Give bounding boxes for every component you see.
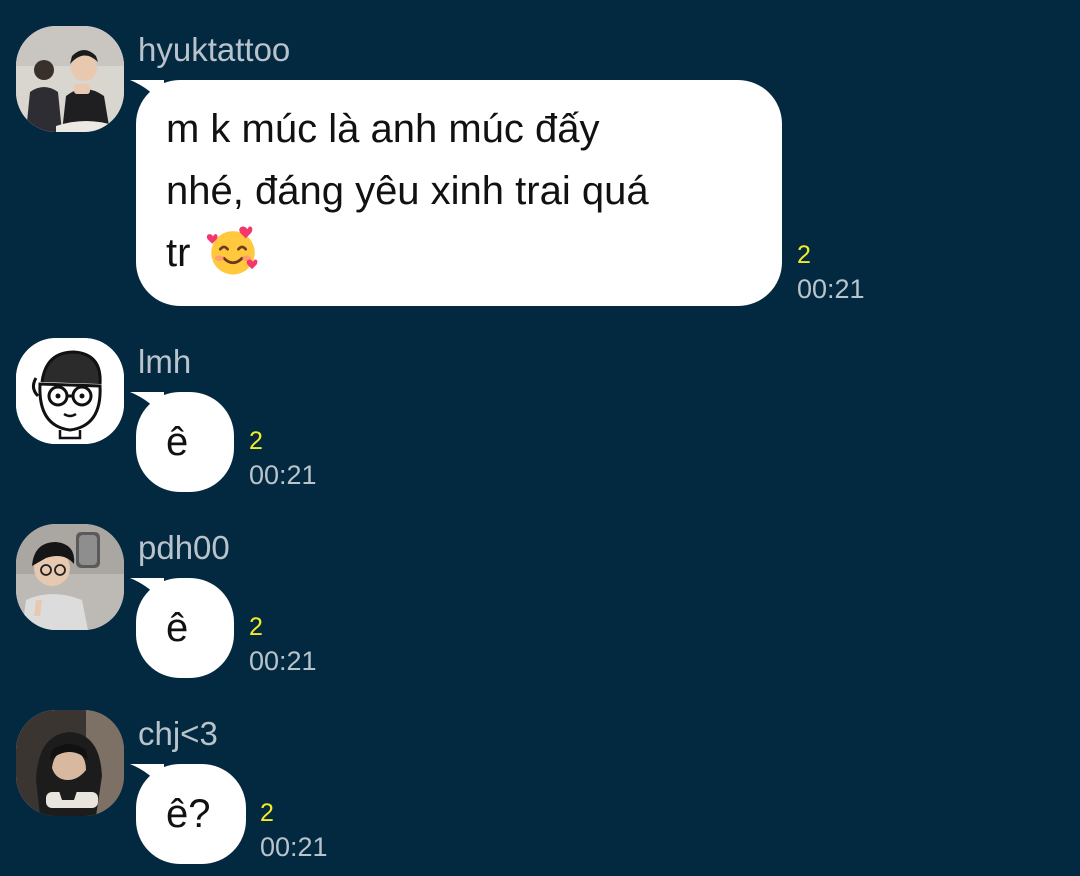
message-bubble[interactable]: ê	[130, 392, 234, 492]
avatar[interactable]	[16, 338, 124, 444]
bubble-tail-icon	[130, 392, 164, 418]
chat-message-list: hyuktattoo m k múc là anh múc đấy nhé, đ…	[0, 0, 1080, 876]
sender-name: lmh	[138, 343, 192, 380]
unread-count: 2	[797, 241, 811, 269]
timestamp: 00:21	[260, 832, 328, 862]
avatar[interactable]	[16, 26, 124, 132]
bubble-tail-icon	[130, 578, 164, 604]
timestamp: 00:21	[797, 274, 865, 304]
message-text-line: nhé, đáng yêu xinh trai quá	[166, 169, 649, 213]
unread-count: 2	[260, 799, 274, 827]
message-text: ê	[166, 420, 189, 464]
message-bubble[interactable]: m k múc là anh múc đấy nhé, đáng yêu xin…	[130, 80, 782, 306]
timestamp: 00:21	[249, 460, 317, 490]
cartoon-face-avatar-icon	[16, 338, 124, 444]
message-bubble[interactable]: ê?	[130, 764, 246, 864]
avatar[interactable]	[16, 524, 124, 630]
smiling-face-with-hearts-icon	[206, 226, 257, 275]
unread-count: 2	[249, 613, 263, 641]
message-meta: 2 00:21	[249, 610, 317, 678]
avatar-photo-icon	[16, 710, 124, 816]
message-meta: 2 00:21	[249, 424, 317, 492]
bubble-tail-icon	[130, 764, 164, 790]
sender-name: hyuktattoo	[138, 31, 291, 68]
message-bubble[interactable]: ê	[130, 578, 234, 678]
message-meta: 2 00:21	[797, 238, 865, 306]
message-text-line: m k múc là anh múc đấy	[166, 107, 600, 151]
avatar-photo-icon	[16, 524, 124, 630]
timestamp: 00:21	[249, 646, 317, 676]
message-text-line: tr	[166, 222, 752, 284]
avatar-photo-icon	[16, 26, 124, 132]
message-meta: 2 00:21	[260, 796, 328, 864]
sender-name: pdh00	[138, 529, 230, 566]
message-text: ê	[166, 606, 189, 650]
message-text-fragment: tr	[166, 231, 191, 275]
sender-name: chj<3	[138, 715, 218, 752]
message-text: ê?	[166, 792, 211, 836]
bubble-tail-icon	[130, 80, 164, 106]
unread-count: 2	[249, 427, 263, 455]
avatar[interactable]	[16, 710, 124, 816]
